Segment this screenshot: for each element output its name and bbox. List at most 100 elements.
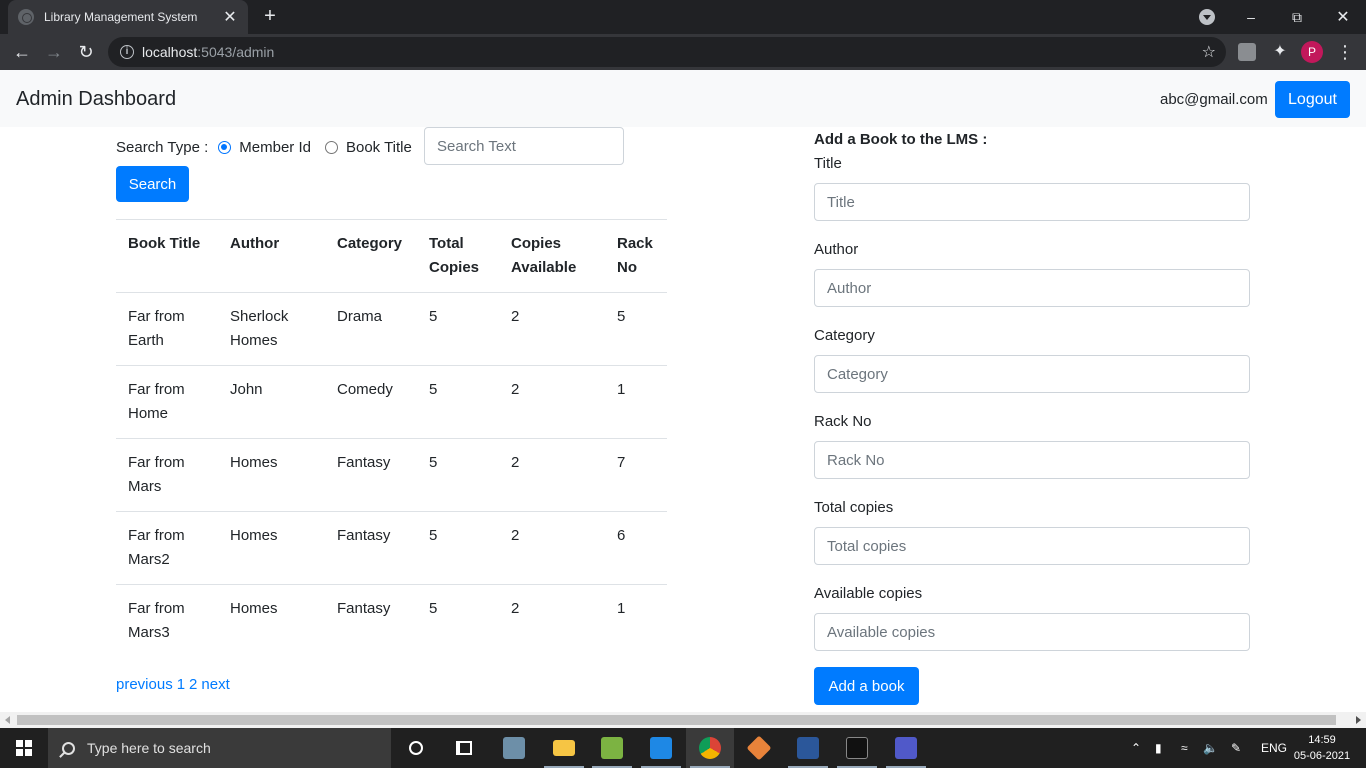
pagination: previous 1 2 next	[116, 676, 234, 693]
cell-author: Homes	[218, 584, 325, 658]
logout-button[interactable]: Logout	[1275, 81, 1350, 118]
available-copies-label: Available copies	[814, 585, 923, 602]
table-row: Far from Home John Comedy 5 2 1	[116, 365, 667, 439]
cell-copies-available: 2	[499, 438, 605, 512]
radio-member-id-label[interactable]: Member Id	[239, 139, 311, 156]
cell-author: Homes	[218, 511, 325, 585]
user-email: abc@gmail.com	[1160, 91, 1268, 108]
cortana-icon[interactable]	[392, 728, 440, 768]
pager-page-1[interactable]: 1	[177, 676, 185, 693]
pen-icon[interactable]: ✎	[1231, 728, 1241, 768]
tab-search-icon[interactable]	[1199, 9, 1215, 25]
cell-category: Drama	[325, 292, 417, 366]
cell-copies-available: 2	[499, 365, 605, 439]
file-explorer-icon[interactable]	[540, 728, 588, 768]
horizontal-scrollbar[interactable]	[0, 712, 1366, 728]
total-copies-field[interactable]	[814, 527, 1250, 565]
available-copies-field[interactable]	[814, 613, 1250, 651]
chrome-icon[interactable]	[686, 728, 734, 768]
add-book-button[interactable]: Add a book	[814, 667, 919, 705]
radio-book-title-label[interactable]: Book Title	[346, 139, 412, 156]
cell-total-copies: 5	[417, 292, 499, 366]
category-field[interactable]	[814, 355, 1250, 393]
category-label: Category	[814, 327, 875, 344]
search-type-label: Search Type :	[116, 138, 209, 156]
minimize-icon[interactable]: –	[1228, 0, 1274, 34]
rack-no-label: Rack No	[814, 413, 872, 430]
info-icon[interactable]: i	[120, 45, 134, 59]
page-title[interactable]: Admin Dashboard	[16, 88, 176, 111]
chevron-up-icon[interactable]: ⌃	[1131, 728, 1141, 768]
close-window-icon[interactable]: ✕	[1320, 0, 1366, 34]
vscode-icon[interactable]	[637, 728, 685, 768]
teams-icon[interactable]	[882, 728, 930, 768]
scroll-right-icon[interactable]	[1356, 716, 1361, 724]
pager-previous-link[interactable]: previous	[116, 676, 173, 693]
profile-avatar[interactable]: P	[1301, 41, 1323, 63]
task-view-icon[interactable]	[440, 728, 488, 768]
cell-category: Fantasy	[325, 511, 417, 585]
taskbar-search-box[interactable]: Type here to search	[48, 728, 391, 768]
scrollbar-thumb[interactable]	[17, 715, 1336, 725]
battery-icon[interactable]: ▮	[1155, 728, 1162, 768]
reload-icon[interactable]: ↻	[74, 40, 98, 64]
cell-rack-no: 1	[605, 584, 667, 658]
app-icon-notepad-plus[interactable]	[588, 728, 636, 768]
books-table: Book Title Author Category Total Copies …	[116, 219, 667, 658]
clock-time: 14:59	[1308, 734, 1336, 746]
new-tab-icon[interactable]: +	[258, 5, 282, 29]
add-book-heading: Add a Book to the LMS :	[814, 131, 988, 148]
word-icon[interactable]	[784, 728, 832, 768]
cell-rack-no: 5	[605, 292, 667, 366]
close-tab-icon[interactable]: ✕	[222, 7, 238, 27]
language-indicator[interactable]: ENG	[1261, 728, 1287, 768]
col-copies-available: Copies Available	[499, 219, 605, 293]
page-content: Admin Dashboard abc@gmail.com Logout Sea…	[0, 70, 1366, 712]
scroll-left-icon[interactable]	[5, 716, 10, 724]
author-field[interactable]	[814, 269, 1250, 307]
address-bar[interactable]: i localhost :5043/admin ☆	[108, 37, 1226, 67]
git-icon[interactable]	[735, 728, 783, 768]
back-icon[interactable]: ←	[10, 40, 34, 64]
tab-title: Library Management System	[44, 10, 198, 24]
globe-icon	[18, 9, 34, 25]
windows-start-icon[interactable]	[16, 740, 32, 756]
rack-no-field[interactable]	[814, 441, 1250, 479]
col-book-title: Book Title	[116, 219, 218, 293]
app-icon-gallery[interactable]	[490, 728, 538, 768]
volume-icon[interactable]: 🔈	[1203, 728, 1218, 768]
table-row: Far from Mars2 Homes Fantasy 5 2 6	[116, 511, 667, 585]
terminal-icon[interactable]	[833, 728, 881, 768]
search-type-row: Search Type : Member Id Book Title	[116, 127, 416, 167]
forward-icon[interactable]: →	[42, 40, 66, 64]
title-field[interactable]	[814, 183, 1250, 221]
table-row: Far from Mars Homes Fantasy 5 2 7	[116, 438, 667, 512]
taskbar-clock[interactable]: 14:59 05-06-2021	[1290, 732, 1354, 764]
cell-total-copies: 5	[417, 365, 499, 439]
restore-icon[interactable]: ⧉	[1274, 0, 1320, 34]
cell-rack-no: 1	[605, 365, 667, 439]
pager-next-link[interactable]: next	[201, 676, 229, 693]
author-label: Author	[814, 241, 859, 258]
pager-page-2[interactable]: 2	[189, 676, 197, 693]
cell-book-title: Far from Mars2	[116, 511, 218, 585]
cell-author: Sherlock Homes	[218, 292, 325, 366]
puzzle-icon[interactable]: ✦	[1271, 43, 1289, 61]
cell-book-title: Far from Home	[116, 365, 218, 439]
search-icon	[62, 741, 75, 755]
search-input[interactable]	[424, 127, 624, 165]
cell-book-title: Far from Mars3	[116, 584, 218, 658]
radio-member-id[interactable]	[218, 140, 232, 154]
table-header-row: Book Title Author Category Total Copies …	[116, 219, 667, 293]
radio-book-title[interactable]	[324, 140, 338, 154]
navbar: Admin Dashboard abc@gmail.com Logout	[0, 70, 1366, 127]
bookmark-star-icon[interactable]: ☆	[1202, 42, 1216, 62]
wifi-icon[interactable]: ≈	[1181, 728, 1188, 768]
kebab-menu-icon[interactable]: ⋮	[1336, 40, 1354, 64]
cell-total-copies: 5	[417, 438, 499, 512]
cell-rack-no: 7	[605, 438, 667, 512]
search-button[interactable]: Search	[116, 166, 189, 202]
extension-icon[interactable]	[1238, 43, 1256, 61]
cell-total-copies: 5	[417, 584, 499, 658]
browser-tab[interactable]: Library Management System ✕	[8, 0, 248, 34]
